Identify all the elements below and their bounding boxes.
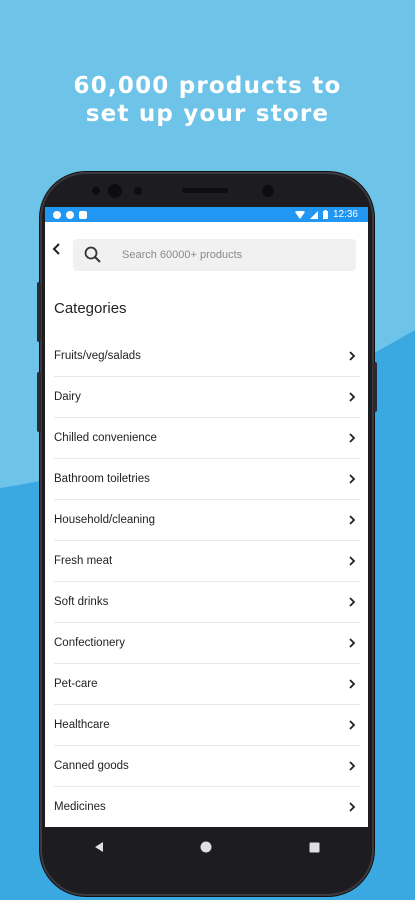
- front-sensor: [92, 187, 100, 195]
- chevron-right-icon: [349, 597, 356, 607]
- search-input[interactable]: [122, 239, 342, 271]
- back-triangle-icon: [94, 842, 103, 852]
- list-item-label: Chilled convenience: [54, 432, 157, 444]
- signal-icon: [309, 210, 318, 219]
- app-screen: 12:36 Categories Fruits/veg/salads Dairy…: [45, 207, 368, 827]
- list-item-label: Medicines: [54, 801, 106, 813]
- list-item[interactable]: Healthcare: [54, 705, 360, 746]
- chevron-right-icon: [349, 802, 356, 812]
- recents-square-icon: [309, 842, 320, 852]
- chevron-right-icon: [349, 638, 356, 648]
- wifi-icon: [294, 210, 305, 219]
- android-nav-bar: [45, 827, 368, 867]
- list-item-label: Confectionery: [54, 637, 125, 649]
- chevron-right-icon: [349, 761, 356, 771]
- sync-icon: [66, 210, 74, 219]
- promo-headline: 60,000 products to set up your store: [0, 72, 415, 128]
- list-item-label: Healthcare: [54, 719, 110, 731]
- nav-home-button[interactable]: [193, 834, 219, 860]
- list-item-label: Fresh meat: [54, 555, 113, 567]
- list-item-label: Fruits/veg/salads: [54, 350, 141, 362]
- list-item-label: Household/cleaning: [54, 514, 156, 526]
- list-item-label: Bathroom toiletries: [54, 473, 150, 485]
- chevron-right-icon: [349, 351, 356, 361]
- earpiece-speaker: [182, 188, 228, 193]
- chevron-right-icon: [349, 679, 356, 689]
- chevron-right-icon: [349, 392, 356, 402]
- list-item[interactable]: Fresh meat: [54, 541, 360, 582]
- phone-side-button-left-2: [37, 372, 41, 432]
- chevron-right-icon: [349, 433, 356, 443]
- chevron-left-icon[interactable]: [52, 242, 62, 256]
- front-camera-right: [262, 185, 274, 197]
- front-sensor-2: [134, 187, 142, 195]
- chevron-right-icon: [349, 474, 356, 484]
- list-item[interactable]: Chilled convenience: [54, 418, 360, 459]
- battery-icon: [322, 210, 328, 219]
- nav-recents-button[interactable]: [301, 834, 327, 860]
- categories-title: Categories: [54, 300, 127, 317]
- list-item-label: Soft drinks: [54, 596, 109, 608]
- search-icon: [84, 246, 101, 263]
- promo-headline-line2: set up your store: [85, 101, 330, 127]
- list-item[interactable]: Canned goods: [54, 746, 360, 787]
- chevron-right-icon: [349, 556, 356, 566]
- list-item-label: Pet-care: [54, 678, 98, 690]
- list-item[interactable]: Fruits/veg/salads: [54, 336, 360, 377]
- list-item-label: Canned goods: [54, 760, 129, 772]
- search-box[interactable]: [73, 239, 356, 271]
- categories-list: Fruits/veg/salads Dairy Chilled convenie…: [54, 336, 360, 827]
- status-time: 12:36: [332, 209, 358, 220]
- list-item-label: Dairy: [54, 391, 81, 403]
- search-row: [45, 222, 368, 271]
- list-item[interactable]: Pet-care: [54, 664, 360, 705]
- list-item[interactable]: Medicines: [54, 787, 360, 827]
- home-circle-icon: [200, 841, 212, 853]
- status-bar: 12:36: [45, 207, 368, 222]
- list-item[interactable]: Confectionery: [54, 623, 360, 664]
- front-camera: [108, 184, 122, 198]
- list-item[interactable]: Household/cleaning: [54, 500, 360, 541]
- chevron-right-icon: [349, 515, 356, 525]
- list-item[interactable]: Dairy: [54, 377, 360, 418]
- list-item[interactable]: Bathroom toiletries: [54, 459, 360, 500]
- phone-side-button-right: [373, 362, 377, 412]
- chevron-right-icon: [349, 720, 356, 730]
- promo-headline-line1: 60,000 products to: [73, 73, 342, 99]
- sd-card-icon: [79, 210, 87, 219]
- nav-back-button[interactable]: [86, 834, 112, 860]
- settings-icon: [53, 210, 61, 219]
- phone-side-button-left: [37, 282, 41, 342]
- list-item[interactable]: Soft drinks: [54, 582, 360, 623]
